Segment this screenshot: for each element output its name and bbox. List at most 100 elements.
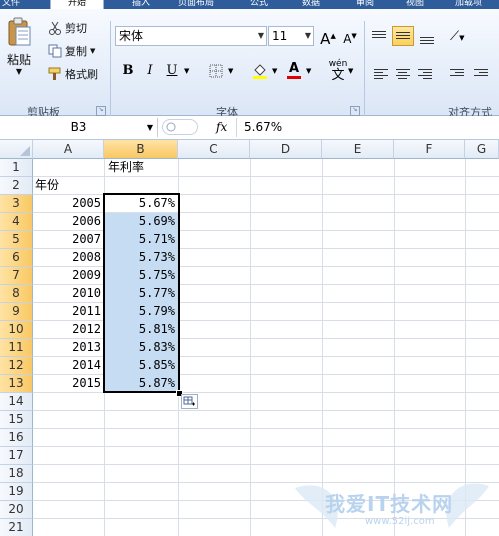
cell-year[interactable]: 2010 [33,285,104,303]
function-icon[interactable]: fx [216,118,227,137]
italic-button[interactable]: I [140,61,160,81]
paste-button[interactable]: 粘贴 ▼ [6,17,32,76]
cell-year[interactable]: 2006 [33,213,104,231]
selection-range-b3-b13[interactable] [103,193,180,393]
cell-b1[interactable]: 年利率 [108,159,178,177]
select-all-corner[interactable] [0,140,33,159]
paste-label: 粘贴 [6,53,31,67]
group-divider [110,21,111,121]
format-painter-label: 格式刷 [65,68,98,81]
column-header-c[interactable]: C [178,140,250,159]
column-header-a[interactable]: A [33,140,104,159]
font-name-select[interactable]: 宋体 ▼ [115,26,267,46]
tab-review[interactable]: 审阅 [356,0,396,9]
cell-a2[interactable]: 年份 [35,177,104,195]
row-header-21[interactable]: 21 [0,519,33,536]
font-color-dropdown-icon[interactable]: ▼ [306,67,311,75]
row-header-1[interactable]: 1 [0,159,33,177]
cell-year[interactable]: 2012 [33,321,104,339]
copy-dropdown-icon[interactable]: ▼ [90,47,95,55]
row-header-6[interactable]: 6 [0,249,33,267]
row-header-20[interactable]: 20 [0,501,33,519]
cell-year[interactable]: 2014 [33,357,104,375]
ribbon: 粘贴 ▼ 剪切 复制 ▼ 格式刷 剪贴板 ↘ 宋体 ▼ 11 ▼ A▲ A▼ B… [0,9,499,121]
phonetic-dropdown-icon[interactable]: ▼ [348,67,353,75]
row-header-3[interactable]: 3 [0,195,33,213]
tab-data[interactable]: 数据 [302,0,342,9]
cell-year[interactable]: 2008 [33,249,104,267]
row-header-17[interactable]: 17 [0,447,33,465]
grow-font-button[interactable]: A▲ [318,26,338,48]
orientation-dropdown-icon[interactable]: ▼ [459,34,464,42]
cell-year[interactable]: 2007 [33,231,104,249]
border-dropdown-icon[interactable]: ▼ [228,67,233,75]
name-box[interactable]: B3 ▼ [0,118,158,137]
tab-formulas[interactable]: 公式 [250,0,290,9]
row-header-14[interactable]: 14 [0,393,33,411]
row-header-19[interactable]: 19 [0,483,33,501]
cell-year[interactable]: 2013 [33,339,104,357]
tab-file[interactable]: 文件 [2,0,42,9]
row-header-18[interactable]: 18 [0,465,33,483]
middle-align-button[interactable] [392,26,414,46]
tab-page-layout[interactable]: 页面布局 [178,0,242,9]
cell-year[interactable]: 2005 [33,195,104,213]
fill-color-dropdown-icon[interactable]: ▼ [272,67,277,75]
cell-year[interactable]: 2011 [33,303,104,321]
auto-fill-options-button[interactable] [181,394,198,409]
cell-year[interactable]: 2009 [33,267,104,285]
orientation-button[interactable]: ⟋▼ [450,29,465,44]
tab-insert[interactable]: 插入 [132,0,172,9]
gridline [465,159,466,536]
select-all-icon [20,146,30,156]
tab-view[interactable]: 视图 [406,0,446,9]
gridline [33,428,499,429]
row-header-12[interactable]: 12 [0,357,33,375]
clipboard-launcher-icon[interactable]: ↘ [96,106,106,116]
row-header-16[interactable]: 16 [0,429,33,447]
paste-icon [8,17,31,46]
fill-color-button[interactable] [250,61,270,81]
border-button[interactable] [206,61,226,81]
font-launcher-icon[interactable]: ↘ [350,106,360,116]
gridline [322,159,323,536]
underline-button[interactable]: U [162,61,182,81]
spreadsheet-grid[interactable]: A B C D E F G 1 2 3 4 5 6 7 8 9 10 11 12 13 14 15 16 17 1… [0,140,499,536]
paste-dropdown-icon[interactable]: ▼ [16,67,22,76]
row-header-5[interactable]: 5 [0,231,33,249]
column-header-g[interactable]: G [465,140,499,159]
format-painter-button[interactable]: 格式刷 [48,66,98,82]
row-header-10[interactable]: 10 [0,321,33,339]
cut-button[interactable]: 剪切 [48,20,87,36]
align-right-icon [418,69,432,81]
formula-bar-handle[interactable] [162,119,198,135]
column-header-e[interactable]: E [322,140,394,159]
row-header-9[interactable]: 9 [0,303,33,321]
gridline [33,482,499,483]
underline-dropdown-icon[interactable]: ▼ [184,67,189,75]
bold-button[interactable]: B [118,61,138,81]
formula-bar: B3 ▼ fx 5.67% [0,116,499,140]
row-header-15[interactable]: 15 [0,411,33,429]
column-header-d[interactable]: D [250,140,322,159]
column-header-f[interactable]: F [394,140,465,159]
gridline [33,464,499,465]
row-header-8[interactable]: 8 [0,285,33,303]
row-header-2[interactable]: 2 [0,177,33,195]
cell-year[interactable]: 2015 [33,375,104,393]
format-painter-icon [48,67,61,80]
row-header-4[interactable]: 4 [0,213,33,231]
shrink-font-button[interactable]: A▼ [340,26,360,46]
gridline [33,500,499,501]
font-color-button[interactable]: A [284,59,304,79]
row-header-13[interactable]: 13 [0,375,33,393]
auto-fill-icon [183,396,195,406]
font-size-select[interactable]: 11 ▼ [268,26,314,46]
top-align-icon [372,31,386,43]
column-header-b[interactable]: B [104,140,178,159]
copy-button[interactable]: 复制 ▼ [48,43,95,59]
row-header-11[interactable]: 11 [0,339,33,357]
tab-addins[interactable]: 加载项 [455,0,499,9]
row-header-7[interactable]: 7 [0,267,33,285]
formula-input[interactable]: 5.67% [244,118,282,137]
